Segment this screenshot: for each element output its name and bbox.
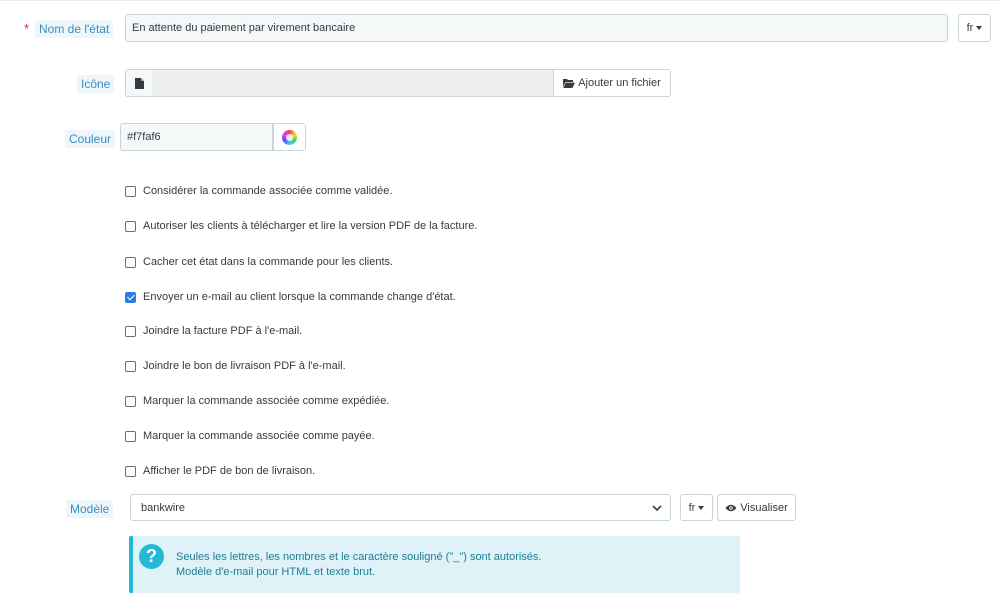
checkbox[interactable] xyxy=(125,465,136,477)
icon-file-name-display[interactable] xyxy=(152,69,554,97)
checkbox-row-attach-delivery-slip[interactable]: Joindre le bon de livraison PDF à l'e-ma… xyxy=(125,360,346,372)
checkbox[interactable] xyxy=(125,185,136,197)
checkbox-label: Joindre la facture PDF à l'e-mail. xyxy=(143,325,303,337)
template-language-dropdown[interactable]: fr xyxy=(680,494,713,521)
checkbox[interactable] xyxy=(125,291,136,303)
state-name-value: En attente du paiement par virement banc… xyxy=(132,22,356,34)
top-divider xyxy=(0,0,1000,1)
checkbox[interactable] xyxy=(125,256,136,268)
checkbox-label: Envoyer un e-mail au client lorsque la c… xyxy=(143,291,456,303)
checkbox-row-paid[interactable]: Marquer la commande associée comme payée… xyxy=(125,430,375,442)
color-value: #f7faf6 xyxy=(127,131,161,143)
help-text: Seules les lettres, les nombres et le ca… xyxy=(176,550,541,580)
name-language-dropdown[interactable]: fr xyxy=(958,14,991,42)
template-selected-value: bankwire xyxy=(141,501,186,514)
color-picker-button[interactable] xyxy=(273,123,306,151)
checkbox-label: Cacher cet état dans la commande pour le… xyxy=(143,256,394,268)
checkbox-row-delivery-pdf[interactable]: Afficher le PDF de bon de livraison. xyxy=(125,465,315,477)
checkbox-label: Autoriser les clients à télécharger et l… xyxy=(143,220,478,232)
required-mark: * xyxy=(24,21,30,36)
preview-button[interactable]: Visualiser xyxy=(717,494,796,521)
file-icon xyxy=(125,69,152,97)
template-language-label: fr xyxy=(688,501,696,514)
eye-icon xyxy=(725,504,737,512)
checkbox-row-send-email[interactable]: Envoyer un e-mail au client lorsque la c… xyxy=(125,291,456,303)
checkbox-label: Afficher le PDF de bon de livraison. xyxy=(143,465,316,477)
checkbox-row-attach-invoice[interactable]: Joindre la facture PDF à l'e-mail. xyxy=(125,325,302,337)
checkbox-label: Marquer la commande associée comme payée… xyxy=(143,430,375,442)
checkbox-row-validated[interactable]: Considérer la commande associée comme va… xyxy=(125,185,392,197)
help-info-box: ? Seules les lettres, les nombres et le … xyxy=(129,536,740,593)
question-circle-icon: ? xyxy=(139,544,164,569)
template-label: Modèle xyxy=(66,500,114,518)
checkbox-label: Joindre le bon de livraison PDF à l'e-ma… xyxy=(143,360,346,372)
help-line-2: Modèle d'e-mail pour HTML et texte brut. xyxy=(176,566,376,578)
name-language-label: fr xyxy=(966,22,974,34)
checkbox-row-shipped[interactable]: Marquer la commande associée comme expéd… xyxy=(125,395,389,407)
add-file-label: Ajouter un fichier xyxy=(578,77,661,89)
help-line-1: Seules les lettres, les nombres et le ca… xyxy=(176,551,542,563)
template-select[interactable]: bankwire xyxy=(130,494,671,521)
color-value-input[interactable]: #f7faf6 xyxy=(120,123,273,151)
checkbox-label: Considérer la commande associée comme va… xyxy=(143,185,393,197)
add-file-button[interactable]: Ajouter un fichier xyxy=(553,69,671,97)
state-name-input[interactable]: En attente du paiement par virement banc… xyxy=(125,14,948,42)
chevron-down-icon xyxy=(652,504,662,511)
checkbox[interactable] xyxy=(125,360,136,372)
name-label: Nom de l'état xyxy=(35,20,114,38)
caret-down-icon xyxy=(698,505,705,510)
checkbox[interactable] xyxy=(125,430,136,442)
color-wheel-icon xyxy=(282,129,297,145)
folder-open-icon xyxy=(563,78,576,88)
icon-label: Icône xyxy=(77,75,115,93)
checkbox[interactable] xyxy=(125,325,136,337)
preview-label: Visualiser xyxy=(740,501,788,514)
caret-down-icon xyxy=(976,26,983,30)
checkbox-row-invoice-pdf[interactable]: Autoriser les clients à télécharger et l… xyxy=(125,220,477,232)
checkbox-label: Marquer la commande associée comme expéd… xyxy=(143,395,390,407)
checkbox-row-hidden[interactable]: Cacher cet état dans la commande pour le… xyxy=(125,256,393,268)
checkbox[interactable] xyxy=(125,395,136,407)
color-label: Couleur xyxy=(65,130,116,148)
checkbox[interactable] xyxy=(125,220,136,232)
